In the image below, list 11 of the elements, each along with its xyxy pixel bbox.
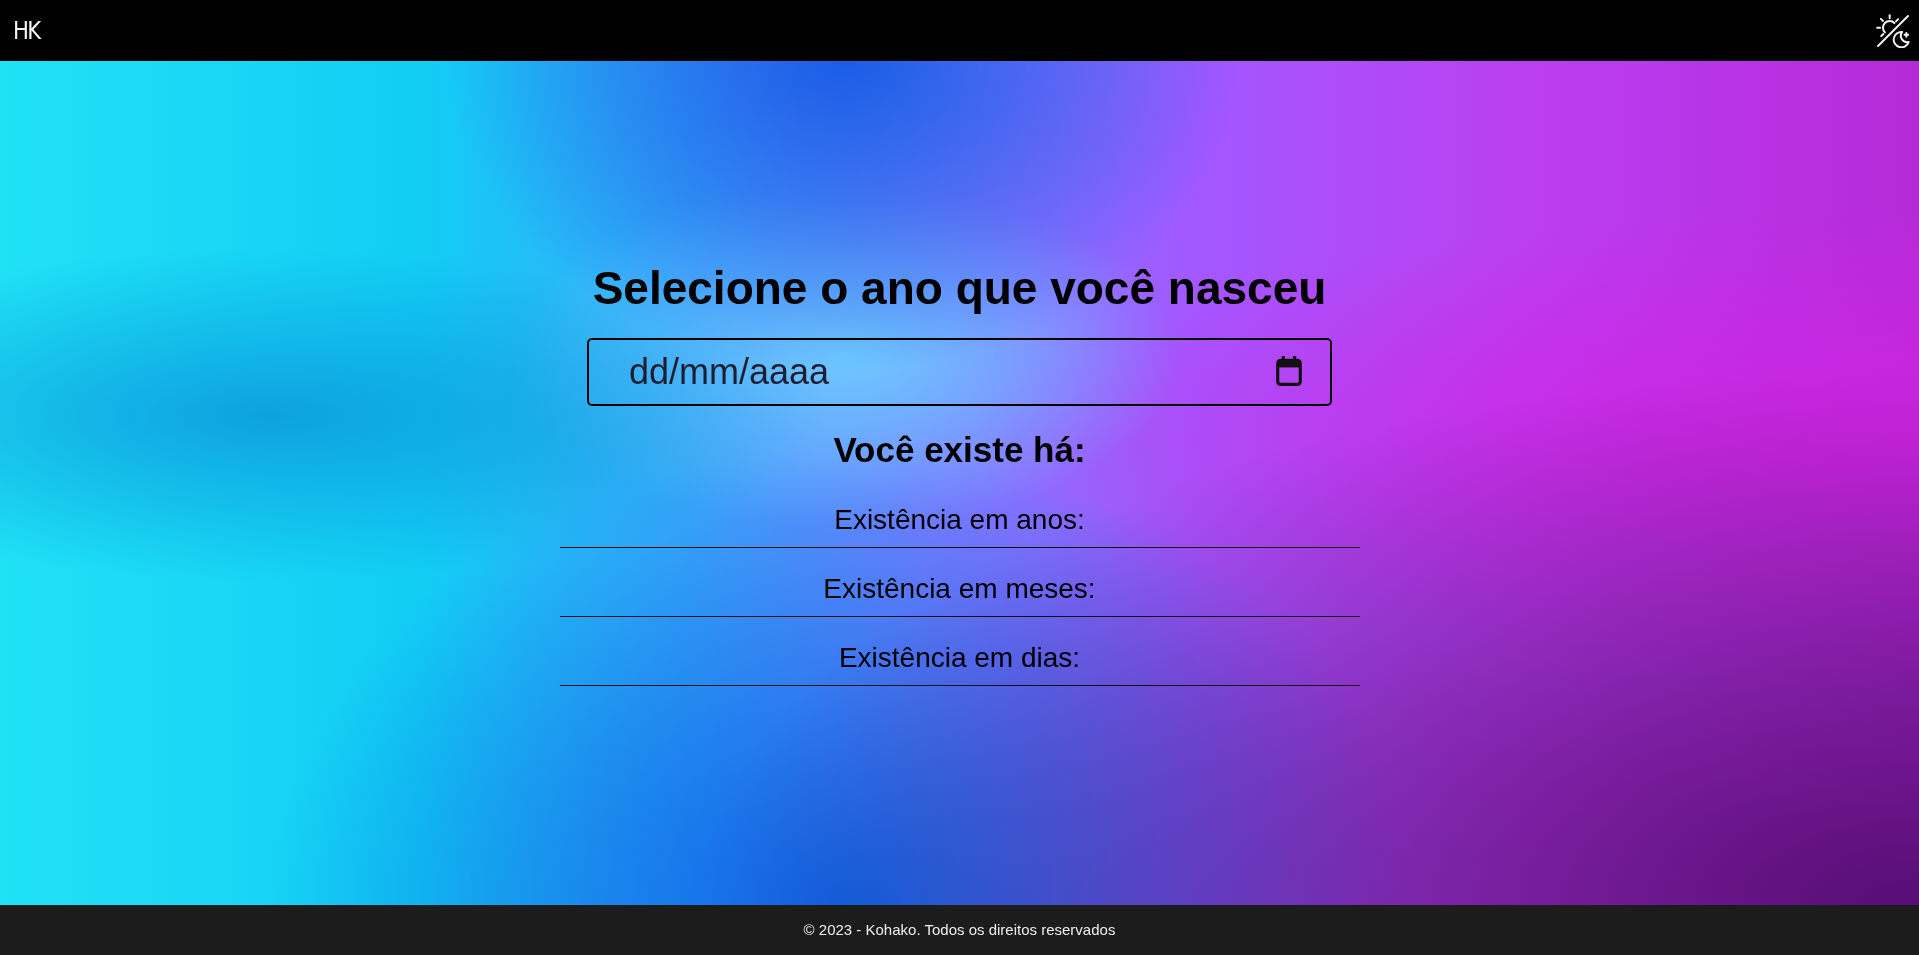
site-logo[interactable]: HK <box>13 15 40 46</box>
calendar-icon[interactable] <box>1276 356 1302 386</box>
result-label: Existência em meses: <box>823 572 1096 606</box>
date-field[interactable]: dd/mm/aaaa <box>587 338 1332 406</box>
result-label: Existência em dias: <box>838 641 1081 675</box>
sun-moon-icon <box>1876 13 1910 48</box>
copyright-text: © 2023 - Kohako. Todos os direitos reservados <box>803 920 1116 940</box>
result-label: Existência em anos: <box>834 503 1085 537</box>
page-title: Selecione o ano que você nasceu <box>592 262 1327 315</box>
theme-toggle-button[interactable] <box>1876 13 1910 48</box>
result-heading: Você existe há: <box>833 430 1086 470</box>
